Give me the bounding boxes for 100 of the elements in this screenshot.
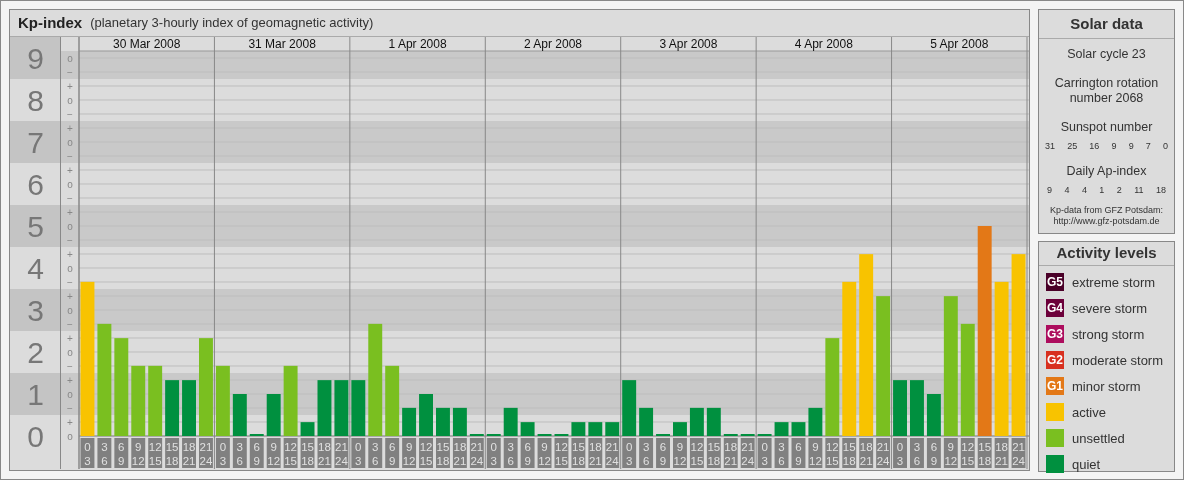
hour-label: 9 12 [266, 438, 281, 468]
hour-label: 15 18 [842, 438, 857, 468]
hour-label: 9 12 [673, 438, 687, 468]
tick-mark-label: − [67, 277, 73, 288]
bar [588, 422, 603, 436]
bar [622, 380, 637, 436]
level-swatch: G2 [1046, 351, 1064, 370]
hour-label: 3 6 [639, 438, 654, 468]
level-label: minor storm [1072, 377, 1141, 396]
carrington-rotation: Carrington rotation number 2068 [1053, 75, 1160, 106]
tick-mark-label: − [67, 319, 73, 330]
sunspot-value: 0 [1162, 139, 1168, 153]
bar [893, 380, 907, 436]
axis-label: 4 [27, 252, 44, 285]
panel-title: Activity levels [1056, 243, 1157, 263]
hour-label: 3 6 [774, 438, 789, 468]
hour-label: 21 24 [605, 438, 620, 468]
ap-value: 2 [1116, 183, 1122, 197]
hour-label: 12 15 [554, 438, 569, 468]
tick-mark-label: − [67, 67, 73, 78]
hour-label: 18 21 [723, 438, 738, 468]
hour-label: 6 9 [385, 438, 400, 468]
bar [436, 407, 450, 436]
sunspot-value: 25 [1067, 139, 1078, 153]
axis-label: 6 [27, 168, 44, 201]
tick-mark-label: o [67, 347, 73, 358]
hour-label: 18 21 [859, 438, 874, 468]
hour-label: 9 12 [402, 438, 417, 468]
ap-value: 9 [1047, 183, 1052, 197]
bar [571, 422, 586, 436]
hour-label: 18 21 [588, 438, 603, 468]
level-label: severe storm [1072, 299, 1148, 318]
hour-label: 15 18 [165, 438, 180, 468]
axis-label: 2 [27, 336, 44, 369]
tick-mark-label: + [67, 123, 73, 134]
hour-label: 21 24 [740, 438, 755, 468]
level-swatch: G3 [1046, 325, 1064, 344]
tick-mark-label: + [67, 81, 73, 92]
tick-mark-label: − [67, 193, 73, 204]
tick-mark-label: + [67, 333, 73, 344]
axis-label: 7 [27, 126, 44, 159]
axis-label: 0 [27, 420, 44, 453]
bar [131, 365, 146, 436]
sunspot-value: 16 [1089, 139, 1100, 153]
date-label: 30 Mar 2008 [113, 37, 181, 51]
hour-label: 9 12 [943, 438, 958, 468]
hour-label: 6 9 [926, 438, 941, 468]
bar [639, 407, 654, 436]
date-label: 5 Apr 2008 [930, 37, 989, 51]
tick-mark-label: − [67, 361, 73, 372]
sunspot-value: 9 [1111, 139, 1117, 153]
bar [673, 422, 687, 436]
hour-label: 21 24 [199, 438, 213, 468]
tick-mark-label: o [67, 263, 73, 274]
hour-label: 15 18 [436, 438, 450, 468]
hour-label: 15 18 [977, 438, 992, 468]
sunspot-value: 9 [1128, 139, 1134, 153]
bar [334, 380, 349, 436]
ap-value: 4 [1064, 183, 1070, 197]
credit-text: Kp-data from GFZ Potsdam: [1049, 205, 1163, 217]
hour-label: 3 6 [232, 438, 247, 468]
hour-label: 6 9 [791, 438, 806, 468]
hour-label: 21 24 [469, 438, 484, 468]
chart-subtitle: (planetary 3-hourly index of geomagnetic activity) [90, 14, 374, 33]
tick-mark-label: o [67, 95, 73, 106]
hour-label: 3 6 [368, 438, 383, 468]
tick-mark-label: + [67, 165, 73, 176]
bar [402, 407, 417, 436]
hour-label: 0 3 [80, 438, 95, 468]
tick-mark-label: − [67, 235, 73, 246]
level-swatch: G5 [1046, 273, 1064, 292]
axis-label: 8 [27, 84, 44, 117]
hour-label: 18 21 [317, 438, 332, 468]
sunspot-value: 31 [1045, 139, 1055, 153]
hour-label: 15 18 [706, 438, 721, 468]
ap-value: 4 [1081, 183, 1087, 197]
hour-label: 12 15 [283, 438, 298, 468]
axis-label: 1 [27, 378, 44, 411]
hour-label: 18 21 [182, 438, 196, 468]
hour-label: 3 6 [97, 438, 112, 468]
date-label: 1 Apr 2008 [388, 37, 447, 51]
panel-title: Solar data [1070, 13, 1143, 34]
level-label: strong storm [1072, 325, 1145, 344]
date-label: 2 Apr 2008 [523, 37, 583, 51]
date-label: 31 Mar 2008 [248, 37, 316, 51]
hour-label: 15 18 [300, 438, 315, 468]
hour-label: 9 12 [808, 438, 823, 468]
solar-cycle: Solar cycle 23 [1067, 46, 1146, 63]
sunspot-value: 7 [1145, 139, 1151, 153]
ap-value: 18 [1155, 183, 1166, 197]
bar [182, 380, 196, 436]
bar [266, 394, 281, 436]
hour-label: 6 9 [114, 438, 129, 468]
ap-index-label: Daily Ap-index [1066, 163, 1147, 180]
sunspot-label: Sunspot number [1060, 118, 1153, 136]
bar [232, 394, 247, 436]
credit-text: http://www.gfz-potsdam.de [1053, 216, 1160, 228]
hour-label: 21 24 [876, 438, 891, 468]
bar [605, 422, 620, 436]
bar [926, 394, 941, 436]
